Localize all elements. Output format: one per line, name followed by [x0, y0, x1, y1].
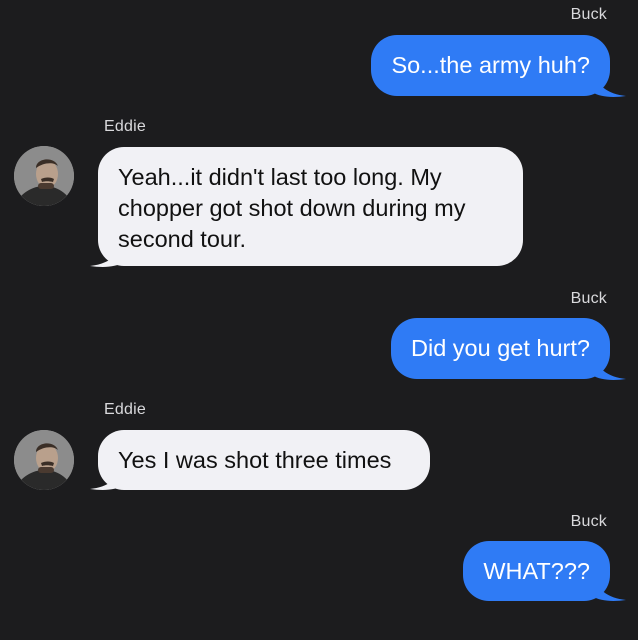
sender-name: Buck [570, 290, 607, 307]
outgoing-message-bubble[interactable]: WHAT??? [463, 541, 610, 601]
eddie-avatar-icon[interactable] [14, 430, 74, 490]
incoming-message-bubble[interactable]: Yes I was shot three times [98, 430, 430, 490]
sender-name: Buck [570, 6, 607, 23]
outgoing-message-bubble[interactable]: Did you get hurt? [391, 318, 610, 379]
message-thread: Buck So...the army huh? Eddie Yeah...it … [0, 0, 638, 640]
sender-name: Buck [570, 513, 607, 530]
sender-name: Eddie [104, 118, 146, 135]
incoming-message-bubble[interactable]: Yeah...it didn't last too long. My chopp… [98, 147, 523, 266]
outgoing-message-bubble[interactable]: So...the army huh? [371, 35, 610, 96]
eddie-avatar-icon[interactable] [14, 146, 74, 206]
sender-name: Eddie [104, 401, 146, 418]
